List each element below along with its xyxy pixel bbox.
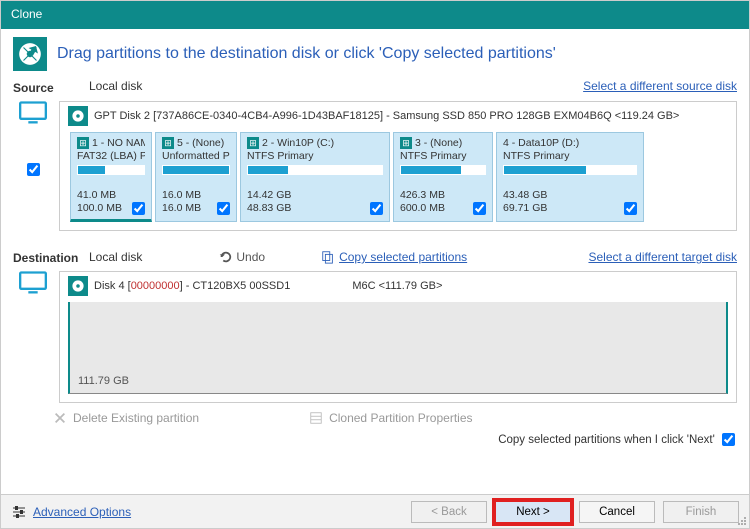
window-title: Clone [11, 7, 42, 21]
source-disk-checkbox[interactable] [27, 163, 40, 176]
partition-name: 3 - (None) [415, 137, 462, 149]
clone-disk-icon [13, 37, 47, 71]
partition-name: 5 - (None) [177, 137, 224, 149]
destination-label: Destination [13, 249, 89, 265]
windows-icon: ⊞ [247, 137, 259, 149]
partition-checkbox[interactable] [473, 202, 486, 215]
destination-drop-area[interactable]: 111.79 GB [68, 302, 728, 394]
disk-icon [68, 276, 88, 296]
partition-type: Unformatted Prim [162, 150, 230, 162]
partition-checkbox[interactable] [132, 202, 145, 215]
source-disk-panel: GPT Disk 2 [737A86CE-0340-4CB4-A996-1D43… [59, 101, 737, 231]
select-target-link[interactable]: Select a different target disk [588, 250, 737, 264]
usage-bar [77, 165, 145, 175]
partition-name: 2 - Win10P (C:) [262, 137, 334, 149]
resize-grip-icon[interactable] [737, 516, 747, 526]
partition-total: 48.83 GB [247, 202, 291, 215]
destination-free-size: 111.79 GB [78, 375, 129, 387]
partition-total: 69.71 GB [503, 202, 547, 215]
dest-disk-title: Disk 4 [00000000] - CT120BX5 00SSD1 [94, 280, 290, 292]
partition-used: 43.48 GB [503, 189, 547, 202]
partition-checkbox[interactable] [217, 202, 230, 215]
copy-icon [321, 250, 335, 264]
partition-name: 4 - Data10P (D:) [503, 137, 579, 149]
usage-bar [503, 165, 637, 175]
partition-item[interactable]: ⊞1 - NO NAME (NFAT32 (LBA) Primary 41.0 M… [70, 132, 152, 222]
next-button[interactable]: Next > [495, 501, 571, 523]
delete-partition-action: Delete Existing partition [53, 411, 199, 425]
partition-total: 100.0 MB [77, 202, 122, 215]
partition-used: 41.0 MB [77, 189, 122, 202]
windows-icon: ⊞ [77, 137, 89, 149]
delete-icon [53, 411, 67, 425]
finish-button[interactable]: Finish [663, 501, 739, 523]
source-type: Local disk [89, 79, 583, 93]
dest-disk-model: M6C <111.79 GB> [352, 280, 442, 292]
usage-bar [247, 165, 383, 175]
partition-type: NTFS Primary [400, 150, 486, 162]
partition-used: 14.42 GB [247, 189, 291, 202]
auto-copy-checkbox[interactable] [722, 433, 735, 446]
monitor-icon [19, 271, 47, 295]
back-button[interactable]: < Back [411, 501, 487, 523]
auto-copy-label[interactable]: Copy selected partitions when I click 'N… [498, 434, 735, 446]
windows-icon: ⊞ [162, 137, 174, 149]
properties-icon [309, 411, 323, 425]
partition-type: NTFS Primary [503, 150, 637, 162]
partition-type: NTFS Primary [247, 150, 383, 162]
select-source-link[interactable]: Select a different source disk [583, 79, 737, 93]
partition-used: 426.3 MB [400, 189, 445, 202]
instruction-text: Drag partitions to the destination disk … [57, 45, 556, 63]
partition-used: 16.0 MB [162, 189, 201, 202]
undo-button[interactable]: Undo [218, 250, 265, 264]
source-disk-title: GPT Disk 2 [737A86CE-0340-4CB4-A996-1D43… [94, 110, 679, 122]
partition-total: 600.0 MB [400, 202, 445, 215]
partition-item[interactable]: ⊞3 - (None)NTFS Primary 426.3 MB600.0 MB [393, 132, 493, 222]
partition-total: 16.0 MB [162, 202, 201, 215]
partition-item[interactable]: ⊞2 - Win10P (C:)NTFS Primary 14.42 GB48.8… [240, 132, 390, 222]
usage-bar [162, 165, 230, 175]
sliders-icon [11, 504, 27, 520]
partition-item[interactable]: ⊞5 - (None)Unformatted Prim 16.0 MB16.0 M… [155, 132, 237, 222]
partition-item[interactable]: 4 - Data10P (D:)NTFS Primary 43.48 GB69.7… [496, 132, 644, 222]
destination-type: Local disk [89, 250, 142, 264]
monitor-icon [19, 101, 47, 125]
windows-icon: ⊞ [400, 137, 412, 149]
destination-disk-panel: Disk 4 [00000000] - CT120BX5 00SSD1 M6C … [59, 271, 737, 403]
usage-bar [400, 165, 486, 175]
footer-bar: Advanced Options < Back Next > Cancel Fi… [1, 494, 749, 528]
source-label: Source [13, 79, 89, 95]
partition-name: 1 - NO NAME (N [92, 137, 145, 149]
copy-partitions-link[interactable]: Copy selected partitions [321, 250, 467, 264]
advanced-options-link[interactable]: Advanced Options [11, 504, 131, 520]
partition-type: FAT32 (LBA) Primary [77, 150, 145, 162]
title-bar: Clone [1, 1, 749, 29]
partition-properties-action: Cloned Partition Properties [309, 411, 472, 425]
undo-icon [218, 250, 232, 264]
cancel-button[interactable]: Cancel [579, 501, 655, 523]
partition-checkbox[interactable] [370, 202, 383, 215]
disk-icon [68, 106, 88, 126]
partition-checkbox[interactable] [624, 202, 637, 215]
